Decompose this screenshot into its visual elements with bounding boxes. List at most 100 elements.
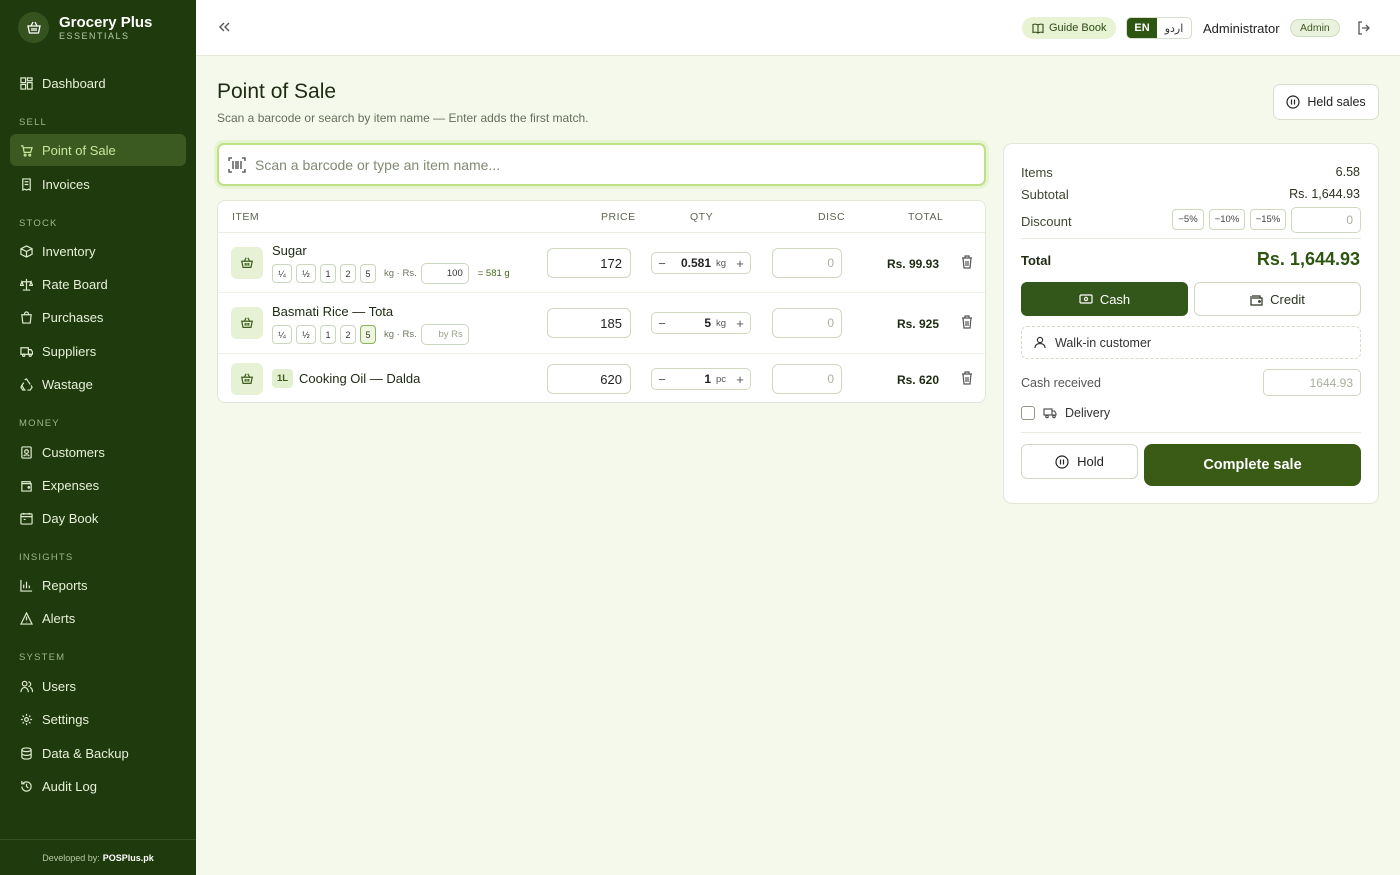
sidebar-item-suppliers[interactable]: Suppliers — [10, 335, 186, 367]
qty-chip[interactable]: ½ — [296, 325, 316, 344]
logout-icon[interactable] — [1357, 21, 1371, 35]
search-input[interactable] — [255, 156, 955, 173]
qty-chip[interactable]: 2 — [340, 264, 356, 283]
sidebar-item-rate-board[interactable]: Rate Board — [10, 268, 186, 300]
delivery-checkbox[interactable] — [1021, 406, 1035, 420]
price-input[interactable]: 172 — [547, 248, 631, 278]
sidebar-item-settings[interactable]: Settings — [10, 703, 186, 735]
sidebar-item-purchases[interactable]: Purchases — [10, 301, 186, 333]
page-subtitle: Scan a barcode or search by item name — … — [217, 111, 589, 125]
credit-label: Credit — [1270, 291, 1305, 307]
unit-rate-label: kg · Rs. — [384, 329, 417, 340]
trash-icon[interactable] — [961, 255, 973, 269]
trash-icon[interactable] — [961, 315, 973, 329]
quantity-value[interactable]: 1 — [672, 372, 711, 386]
sidebar-item-label: Alerts — [42, 610, 76, 626]
banknote-icon — [1079, 294, 1093, 304]
section-sell: SELL — [19, 117, 48, 128]
basket-logo-icon — [18, 12, 49, 43]
guide-book-button[interactable]: Guide Book — [1022, 17, 1117, 39]
qty-chip[interactable]: ¼ — [272, 325, 292, 344]
delivery-label: Delivery — [1065, 406, 1111, 420]
sidebar-item-customers[interactable]: Customers — [10, 436, 186, 468]
amount-input[interactable]: by Rs — [420, 324, 469, 345]
decrement-button[interactable]: − — [652, 316, 672, 331]
customer-select[interactable]: Walk-in customer — [1021, 326, 1361, 359]
discount-input[interactable]: 0 — [772, 248, 842, 278]
complete-sale-button[interactable]: Complete sale — [1144, 444, 1361, 486]
table-row: 1L Cooking Oil — Dalda 620 − 1 pc + 0 Rs… — [218, 354, 985, 402]
sidebar-item-label: Wastage — [42, 376, 93, 392]
decrement-button[interactable]: − — [652, 372, 672, 387]
total-value: Rs. 1,644.93 — [1256, 249, 1360, 269]
delivery-option[interactable]: Delivery — [1021, 406, 1110, 420]
sidebar-item-alerts[interactable]: Alerts — [10, 602, 186, 634]
sidebar-item-label: Day Book — [42, 510, 99, 526]
discount-15-button[interactable]: −15% — [1250, 209, 1286, 230]
qty-chip[interactable]: 1 — [320, 325, 336, 344]
search-bar — [217, 143, 986, 186]
amount-input[interactable]: 100 — [420, 263, 469, 284]
wallet-icon — [1250, 294, 1263, 306]
cash-payment-button[interactable]: Cash — [1021, 282, 1188, 316]
increment-button[interactable]: + — [730, 256, 750, 271]
sidebar-item-dashboard[interactable]: Dashboard — [10, 67, 186, 99]
increment-button[interactable]: + — [730, 316, 750, 331]
quick-qty-chips: ¼ ½ 1 2 5 kg · Rs. by Rs — [272, 324, 469, 345]
collapse-sidebar-icon[interactable] — [218, 20, 230, 34]
quantity-value[interactable]: 5 — [672, 316, 711, 330]
cash-received-input[interactable]: 1644.93 — [1263, 369, 1361, 396]
credit-payment-button[interactable]: Credit — [1194, 282, 1361, 316]
discount-10-button[interactable]: −10% — [1209, 209, 1245, 230]
lang-en-button[interactable]: EN — [1127, 18, 1157, 38]
sidebar-item-data-backup[interactable]: Data & Backup — [10, 737, 186, 769]
discount-5-button[interactable]: −5% — [1172, 209, 1204, 230]
basket-icon — [231, 363, 263, 395]
discount-label: Discount — [1021, 214, 1072, 229]
increment-button[interactable]: + — [730, 372, 750, 387]
sidebar-item-day-book[interactable]: Day Book — [10, 502, 186, 534]
discount-input[interactable]: 0 — [1291, 207, 1361, 233]
qty-chip[interactable]: ½ — [296, 264, 316, 283]
quantity-unit: kg — [716, 317, 727, 329]
col-header-item: ITEM — [232, 211, 260, 223]
sidebar-item-reports[interactable]: Reports — [10, 569, 186, 601]
discount-input[interactable]: 0 — [772, 308, 842, 338]
sidebar-item-audit-log[interactable]: Audit Log — [10, 770, 186, 802]
sidebar-item-label: Purchases — [42, 309, 104, 325]
price-input[interactable]: 185 — [547, 308, 631, 338]
sidebar-item-invoices[interactable]: Invoices — [10, 168, 186, 200]
quantity-value[interactable]: 0.581 — [672, 256, 711, 270]
book-icon — [1032, 23, 1044, 34]
dashboard-icon — [20, 76, 33, 90]
sidebar-item-label: Users — [42, 678, 76, 694]
sidebar-item-point-of-sale[interactable]: Point of Sale — [10, 134, 186, 166]
brand-tagline: ESSENTIALS — [59, 30, 130, 41]
lang-ur-button[interactable]: اردو — [1157, 18, 1191, 38]
gear-icon — [20, 713, 33, 725]
qty-chip[interactable]: 1 — [320, 264, 336, 283]
subtotal-value: Rs. 1,644.93 — [1289, 187, 1360, 201]
cash-label: Cash — [1099, 291, 1131, 307]
qty-chip[interactable]: ¼ — [272, 264, 292, 283]
decrement-button[interactable]: − — [652, 256, 672, 271]
sidebar-item-users[interactable]: Users — [10, 670, 186, 702]
item-name: Cooking Oil — Dalda — [299, 371, 421, 386]
brand[interactable]: Grocery Plus ESSENTIALS — [18, 12, 152, 43]
qty-chip-selected[interactable]: 5 — [360, 325, 376, 344]
discount-input[interactable]: 0 — [772, 364, 842, 394]
held-sales-button[interactable]: Held sales — [1273, 84, 1379, 120]
hold-button[interactable]: Hold — [1021, 444, 1138, 479]
sidebar-item-expenses[interactable]: Expenses — [10, 469, 186, 501]
price-input[interactable]: 620 — [547, 364, 631, 394]
item-name: Basmati Rice — Tota — [272, 304, 394, 319]
unit-rate-label: kg · Rs. — [384, 268, 417, 279]
bar-chart-icon — [20, 579, 33, 592]
qty-chip[interactable]: 2 — [340, 325, 356, 344]
cart-icon — [20, 144, 33, 157]
sidebar-item-inventory[interactable]: Inventory — [10, 235, 186, 267]
sidebar-item-wastage[interactable]: Wastage — [10, 368, 186, 400]
qty-chip[interactable]: 5 — [360, 264, 376, 283]
trash-icon[interactable] — [961, 371, 973, 385]
box-icon — [20, 244, 33, 258]
